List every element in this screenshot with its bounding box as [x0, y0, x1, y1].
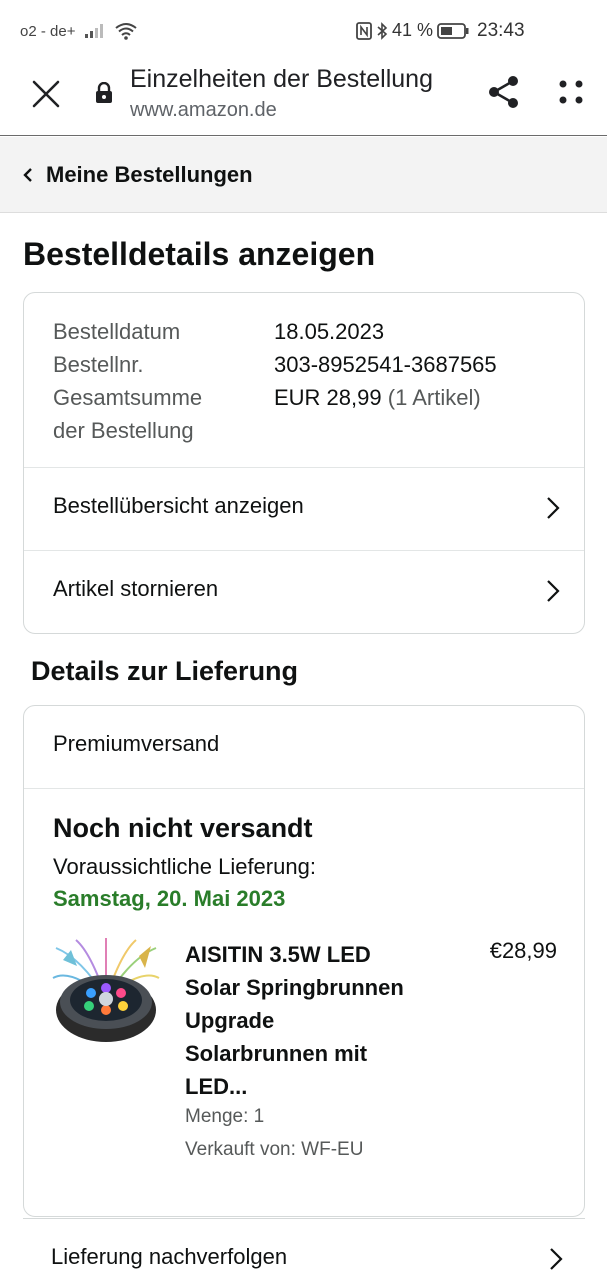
status-bar-left: o2 - de+: [20, 22, 138, 40]
track-delivery-label[interactable]: Lieferung nachverfolgen: [51, 1244, 287, 1270]
shipping-type: Premiumversand: [53, 731, 220, 756]
cancel-items-link[interactable]: Artikel stornieren: [24, 551, 584, 633]
order-date-label: Bestelldatum: [53, 319, 181, 344]
chevron-left-icon: [23, 168, 32, 182]
signal-icon: [85, 24, 104, 38]
delivery-card: Premiumversand Noch nicht versandt Vorau…: [23, 705, 585, 1217]
order-date-value: 18.05.2023: [274, 319, 385, 344]
view-order-summary-link[interactable]: Bestellübersicht anzeigen: [24, 468, 584, 550]
breadcrumb[interactable]: Meine Bestellungen: [0, 137, 607, 213]
chevron-right-icon: [547, 580, 560, 602]
carrier-label: o2 - de+: [20, 22, 76, 40]
chevron-right-icon: [547, 497, 560, 519]
expected-delivery-label: Voraussichtliche Lieferung:: [53, 854, 316, 879]
order-total-label-line2: der Bestellung: [53, 418, 194, 443]
browser-toolbar: Einzelheiten der Bestellung www.amazon.d…: [0, 62, 607, 136]
more-options-icon[interactable]: [555, 76, 587, 108]
product-title-line[interactable]: Solarbrunnen mit: [185, 1037, 445, 1070]
battery-icon: [437, 22, 469, 39]
bluetooth-icon: [377, 21, 388, 40]
product-image[interactable]: [51, 938, 161, 1050]
chevron-right-icon: [550, 1248, 563, 1270]
divider: [24, 788, 584, 789]
status-bar: o2 - de+ 41 % 23:43: [0, 0, 607, 62]
page-title: Einzelheiten der Bestellung: [130, 65, 433, 93]
shipment-status: Noch nicht versandt: [53, 813, 313, 843]
delivery-heading: Details zur Lieferung: [31, 656, 299, 686]
product-seller: Verkauft von: WF-EU: [185, 1139, 364, 1160]
order-total-amount: EUR 28,99: [274, 385, 382, 410]
page-heading: Bestelldetails anzeigen: [23, 236, 376, 272]
battery-percent: 41 %: [392, 20, 434, 40]
page-url[interactable]: www.amazon.de: [130, 99, 277, 122]
product-price: €28,99: [489, 938, 557, 963]
status-bar-right: 41 %: [356, 20, 469, 41]
wifi-icon: [115, 23, 138, 40]
expected-delivery-date: Samstag, 20. Mai 2023: [53, 886, 286, 911]
product-title[interactable]: AISITIN 3.5W LED Solar Springbrunnen Upg…: [185, 938, 445, 1103]
product-title-line[interactable]: LED...: [185, 1070, 445, 1103]
breadcrumb-label[interactable]: Meine Bestellungen: [46, 162, 253, 188]
nfc-icon: [356, 21, 372, 40]
order-total-label-line1: Gesamtsumme: [53, 385, 203, 410]
product-title-line[interactable]: AISITIN 3.5W LED: [185, 938, 445, 971]
product-title-line[interactable]: Upgrade: [185, 1004, 445, 1037]
order-info-card: Bestelldatum 18.05.2023 Bestellnr. 303-8…: [23, 292, 585, 634]
order-total-items: (1 Artikel): [387, 385, 481, 410]
cancel-items-label[interactable]: Artikel stornieren: [53, 576, 218, 602]
lock-icon[interactable]: [94, 82, 114, 104]
product-quantity: Menge: 1: [185, 1106, 265, 1127]
close-icon[interactable]: [30, 78, 62, 110]
share-icon[interactable]: [486, 74, 522, 110]
track-delivery-link[interactable]: Lieferung nachverfolgen: [23, 1218, 585, 1280]
order-total-value: EUR 28,99 (1 Artikel): [274, 381, 481, 414]
view-order-summary-label[interactable]: Bestellübersicht anzeigen: [53, 493, 304, 519]
order-number-value: 303-8952541-3687565: [274, 352, 497, 377]
product-title-line[interactable]: Solar Springbrunnen: [185, 971, 445, 1004]
order-number-label: Bestellnr.: [53, 352, 144, 377]
clock: 23:43: [477, 20, 525, 41]
